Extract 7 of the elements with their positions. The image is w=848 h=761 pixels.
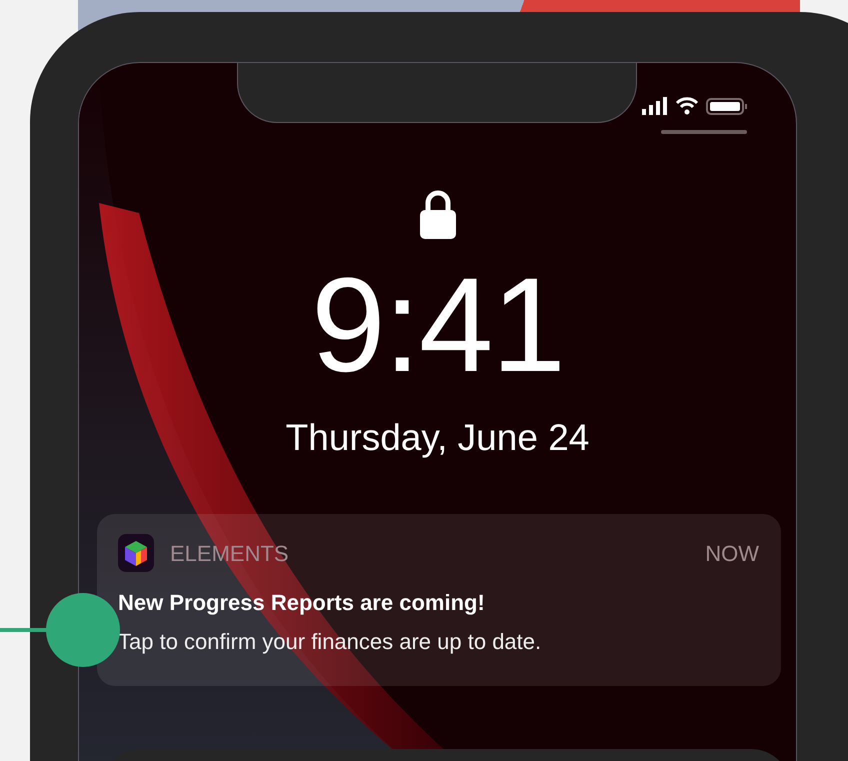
notification-body: Tap to confirm your finances are up to date. bbox=[118, 628, 542, 656]
notification-title: New Progress Reports are coming! bbox=[118, 589, 486, 617]
notification-time: NOW bbox=[705, 540, 759, 568]
cube-app-icon bbox=[118, 534, 154, 572]
lock-date: Thursday, June 24 bbox=[286, 419, 590, 456]
lock-icon bbox=[420, 189, 456, 239]
lock-time: 9:41 bbox=[311, 259, 564, 393]
